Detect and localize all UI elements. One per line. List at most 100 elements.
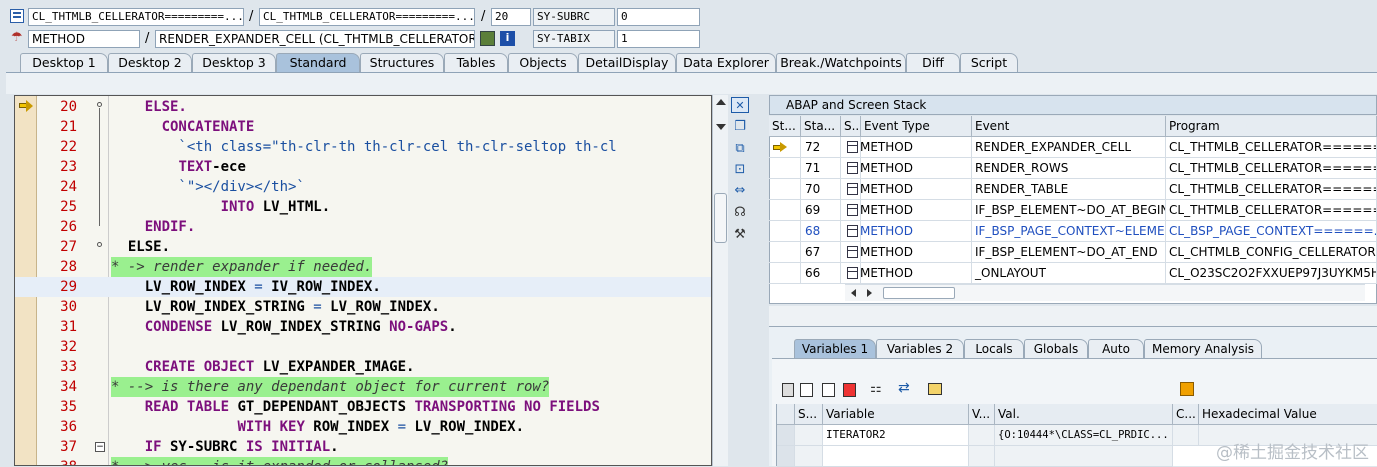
scroll-thumb[interactable] xyxy=(714,193,727,243)
var-row-select[interactable] xyxy=(777,425,795,446)
scroll-down-icon[interactable] xyxy=(716,124,726,130)
var-name-input[interactable]: ITERATOR2 xyxy=(823,425,969,446)
stack-row-program[interactable]: CL_THTMLB_CELLERATOR======... xyxy=(1166,179,1377,200)
tab-desktop-3[interactable]: Desktop 3 xyxy=(192,53,276,73)
tab-globals[interactable]: Globals xyxy=(1024,339,1088,359)
hierarchy-icon[interactable]: ⚏ xyxy=(870,382,882,396)
fold-marker[interactable] xyxy=(97,242,102,247)
stack-row-level: 72 xyxy=(801,137,841,158)
transfer-icon[interactable]: ⇄ xyxy=(898,381,910,395)
insert-icon[interactable] xyxy=(800,383,813,397)
var-col-s[interactable]: S... xyxy=(795,404,823,425)
stack-row-event-type[interactable]: METHOD xyxy=(843,137,972,158)
tab-tables[interactable]: Tables xyxy=(444,53,508,73)
stack-row-event[interactable]: IF_BSP_PAGE_CONTEXT~ELEME... xyxy=(972,221,1166,242)
var-row-select[interactable] xyxy=(777,446,795,467)
event-type-text: METHOD xyxy=(860,140,913,154)
stack-hscroll[interactable] xyxy=(845,284,1365,301)
folder-icon[interactable] xyxy=(928,383,942,395)
stack-row-event-type[interactable]: METHOD xyxy=(843,221,972,242)
stack-col-program[interactable]: Program xyxy=(1166,116,1377,137)
line-field[interactable]: 20 xyxy=(491,8,531,26)
var-col-hex[interactable]: Hexadecimal Value xyxy=(1199,404,1377,425)
stack-col-s[interactable]: S... xyxy=(841,116,861,137)
stack-row-event-type[interactable]: METHOD xyxy=(843,263,972,284)
stack-col-event-type[interactable]: Event Type xyxy=(861,116,972,137)
tab-standard[interactable]: Standard xyxy=(276,53,360,73)
tab-breakpoints[interactable]: Break./Watchpoints xyxy=(776,53,906,73)
tab-structures[interactable]: Structures xyxy=(360,53,444,73)
fold-marker[interactable] xyxy=(97,102,102,107)
event-type-field[interactable]: METHOD xyxy=(28,30,140,48)
stack-row-program[interactable]: CL_CHTMLB_CONFIG_CELLERATOR... xyxy=(1166,242,1377,263)
delete-icon[interactable] xyxy=(782,383,794,397)
var-name-input[interactable] xyxy=(823,446,969,467)
headset-icon[interactable]: ☊ xyxy=(731,205,749,221)
event-field[interactable]: RENDER_EXPANDER_CELL (CL_THTMLB_CELLERAT… xyxy=(155,30,475,48)
stack-row-status xyxy=(769,200,801,221)
tab-auto[interactable]: Auto xyxy=(1088,339,1144,359)
stack-row-event[interactable]: RENDER_TABLE xyxy=(972,179,1166,200)
var-col-value[interactable]: Val. xyxy=(995,404,1173,425)
stack-col-level[interactable]: Sta... xyxy=(801,116,841,137)
tab-variables-2[interactable]: Variables 2 xyxy=(876,339,964,359)
stack-row-event[interactable]: IF_BSP_ELEMENT~DO_AT_END xyxy=(972,242,1166,263)
display-icon[interactable] xyxy=(480,31,495,46)
scroll-left-icon[interactable] xyxy=(851,289,856,297)
stack-row-event-type[interactable]: METHOD xyxy=(843,242,972,263)
swap-icon[interactable]: ⇔ xyxy=(731,183,749,199)
fold-toggle[interactable]: − xyxy=(95,442,105,452)
main-program-field[interactable]: CL_THTMLB_CELLERATOR=========... xyxy=(28,8,244,26)
save-list-icon[interactable] xyxy=(843,383,856,397)
tab-locals[interactable]: Locals xyxy=(964,339,1024,359)
editor-scrollbar[interactable] xyxy=(712,95,728,466)
var-row-c xyxy=(1173,425,1199,446)
stack-row-event-type[interactable]: METHOD xyxy=(843,200,972,221)
stack-row-program[interactable]: CL_BSP_PAGE_CONTEXT======... xyxy=(1166,221,1377,242)
stack-row-program[interactable]: CL_THTMLB_CELLERATOR======... xyxy=(1166,158,1377,179)
stack-row-program[interactable]: CL_THTMLB_CELLERATOR======... xyxy=(1166,200,1377,221)
info-icon[interactable]: i xyxy=(500,31,515,46)
splitter[interactable] xyxy=(769,306,1377,326)
tab-data-explorer[interactable]: Data Explorer xyxy=(676,53,776,73)
var-value[interactable] xyxy=(995,446,1173,467)
tab-desktop-2[interactable]: Desktop 2 xyxy=(108,53,192,73)
stack-row-event[interactable]: IF_BSP_ELEMENT~DO_AT_BEGIN... xyxy=(972,200,1166,221)
stack-col-event[interactable]: Event xyxy=(972,116,1166,137)
code-line: 30 LV_ROW_INDEX_STRING = LV_ROW_INDEX. xyxy=(60,299,440,315)
method-doc-icon xyxy=(847,246,858,258)
tab-diff[interactable]: Diff xyxy=(906,53,960,73)
maximize-icon[interactable]: ⊡ xyxy=(731,162,749,178)
var-col-select[interactable] xyxy=(777,404,795,425)
close-icon[interactable]: ✕ xyxy=(731,97,749,113)
event-type-text: METHOD xyxy=(860,161,913,175)
scroll-right-icon[interactable] xyxy=(867,289,872,297)
var-col-variable[interactable]: Variable xyxy=(823,404,969,425)
scroll-up-icon[interactable] xyxy=(716,99,726,105)
list-icon[interactable] xyxy=(822,383,835,397)
stack-row-program[interactable]: CL_THTMLB_CELLERATOR======... xyxy=(1166,137,1377,158)
stack-row-program[interactable]: CL_O23SC2O2FXXUEP97J3UYKM5HL... xyxy=(1166,263,1377,284)
stack-row-event-type[interactable]: METHOD xyxy=(843,158,972,179)
hscroll-thumb[interactable] xyxy=(883,287,955,299)
tab-script[interactable]: Script xyxy=(960,53,1018,73)
tab-detail-display[interactable]: DetailDisplay xyxy=(578,53,676,73)
include-field[interactable]: CL_THTMLB_CELLERATOR=========... xyxy=(259,8,475,26)
new-window-icon[interactable]: ❐ xyxy=(731,119,749,135)
tab-memory-analysis[interactable]: Memory Analysis xyxy=(1144,339,1262,359)
stack-col-status[interactable]: St... xyxy=(769,116,801,137)
stack-row-event[interactable]: RENDER_ROWS xyxy=(972,158,1166,179)
tab-objects[interactable]: Objects xyxy=(508,53,578,73)
tools-icon[interactable]: ⚒ xyxy=(731,227,749,243)
tab-desktop-1[interactable]: Desktop 1 xyxy=(20,53,108,73)
stack-row-event[interactable]: _ONLAYOUT xyxy=(972,263,1166,284)
stack-row-event[interactable]: RENDER_EXPANDER_CELL xyxy=(972,137,1166,158)
stack-row-event-type[interactable]: METHOD xyxy=(843,179,972,200)
var-col-v[interactable]: V... xyxy=(969,404,995,425)
source-editor[interactable]: 20 ELSE. 21 CONCATENATE 22 `<th class="t… xyxy=(14,95,712,466)
copy-icon[interactable]: ⧉ xyxy=(731,141,749,157)
var-value[interactable]: {O:10444*\CLASS=CL_PRDIC... xyxy=(995,425,1173,446)
tab-variables-1[interactable]: Variables 1 xyxy=(794,339,876,359)
var-col-c[interactable]: C... xyxy=(1173,404,1199,425)
save-icon[interactable] xyxy=(1180,382,1194,396)
